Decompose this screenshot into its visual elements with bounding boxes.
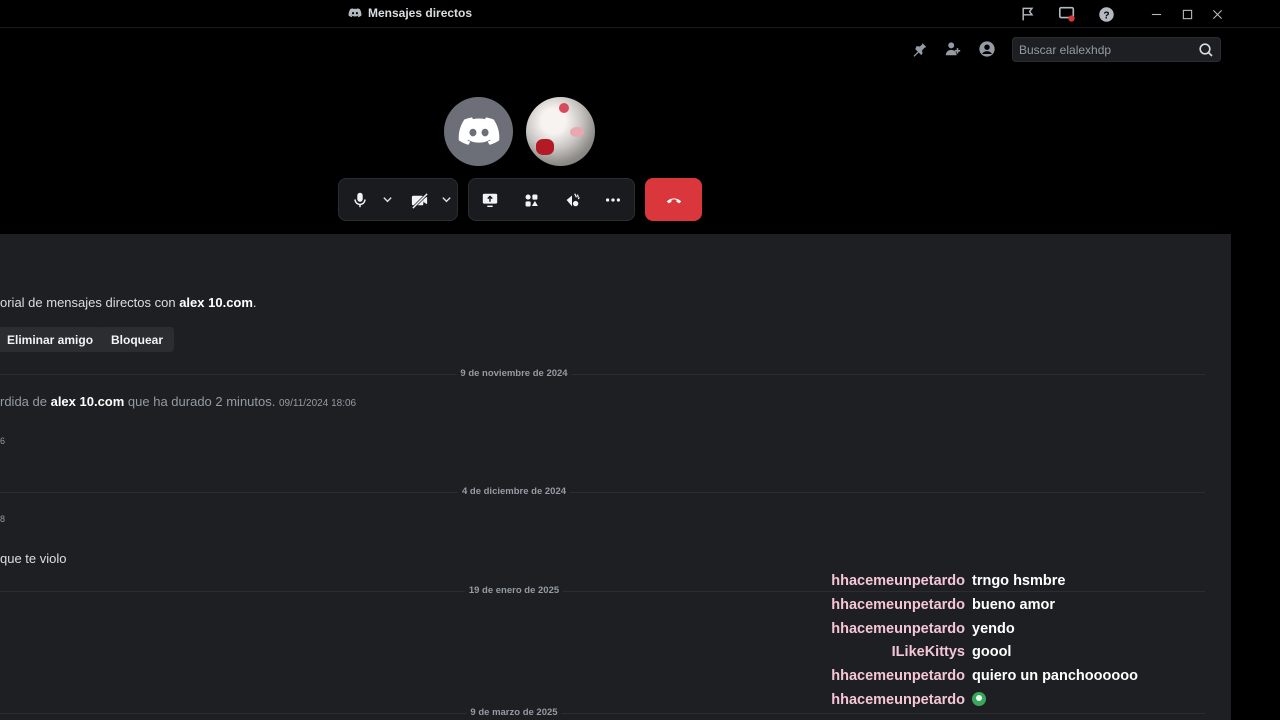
chevron-down-icon[interactable] bbox=[381, 193, 393, 205]
avatar-image-detail bbox=[559, 103, 569, 113]
minimize-icon[interactable] bbox=[1146, 4, 1166, 24]
missed-call-username[interactable]: alex 10.com bbox=[51, 394, 125, 409]
screen-share-status-icon[interactable] bbox=[1057, 4, 1077, 24]
overlay-chat-line: hhacemeunpetardo bueno amor bbox=[0, 597, 1280, 617]
date-divider-line bbox=[0, 374, 1205, 375]
maximize-icon[interactable] bbox=[1177, 4, 1197, 24]
microphone-icon[interactable] bbox=[349, 189, 371, 211]
overlay-chat-line: hhacemeunpetardo trngo hsmbre bbox=[0, 573, 1280, 593]
date-divider-label: 4 de diciembre de 2024 bbox=[457, 486, 571, 497]
overlay-username: hhacemeunpetardo bbox=[831, 597, 965, 613]
overlay-chat-line: hhacemeunpetardo yendo bbox=[0, 621, 1280, 641]
message-content: que te violo bbox=[0, 551, 67, 566]
title-bar: Mensajes directos ? bbox=[0, 0, 1280, 28]
audio-video-controls bbox=[338, 178, 458, 221]
intro-text: orial de mensajes directos con bbox=[0, 295, 180, 310]
intro-username[interactable]: alex 10.com bbox=[179, 295, 253, 310]
overlay-username: hhacemeunpetardo bbox=[831, 692, 965, 708]
intro-suffix: . bbox=[252, 295, 257, 310]
overlay-message bbox=[972, 692, 986, 709]
phone-hangup-icon bbox=[666, 197, 681, 203]
overlay-username: hhacemeunpetardo bbox=[831, 668, 965, 684]
search-box[interactable] bbox=[1012, 37, 1221, 62]
overlay-username: hhacemeunpetardo bbox=[831, 573, 965, 589]
search-input[interactable] bbox=[1019, 42, 1199, 58]
more-options-icon[interactable] bbox=[602, 189, 624, 211]
message-timestamp-fragment: 6 bbox=[0, 436, 6, 446]
activity-controls bbox=[468, 178, 635, 221]
date-divider-line bbox=[0, 713, 1205, 714]
overlay-username: ILikeKittys bbox=[891, 644, 965, 660]
overlay-message: quiero un panchoooooo bbox=[972, 668, 1138, 684]
missed-call-message: rdida de alex 10.com que ha durado 2 min… bbox=[0, 394, 356, 409]
title-group: Mensajes directos bbox=[348, 6, 472, 20]
remove-friend-button[interactable]: Eliminar amigo bbox=[0, 327, 105, 352]
activities-icon[interactable] bbox=[520, 189, 542, 211]
block-button[interactable]: Bloquear bbox=[100, 327, 175, 352]
overlay-message: goool bbox=[972, 644, 1012, 660]
soundboard-icon[interactable] bbox=[561, 189, 583, 211]
missed-call-text: rdida de bbox=[0, 394, 51, 409]
disconnect-call-button[interactable] bbox=[645, 178, 702, 221]
discord-logo-icon bbox=[348, 8, 362, 18]
overlay-chat-line: ILikeKittys goool bbox=[0, 644, 1280, 664]
avatar-image-detail bbox=[570, 127, 584, 137]
search-icon bbox=[1199, 43, 1213, 57]
avatar-image-detail bbox=[536, 139, 554, 155]
message-timestamp-fragment: 8 bbox=[0, 514, 6, 524]
window-title: Mensajes directos bbox=[368, 6, 473, 20]
flag-icon[interactable] bbox=[1018, 4, 1038, 24]
overlay-chat-line: hhacemeunpetardo bbox=[0, 692, 1280, 712]
discord-logo-icon bbox=[458, 116, 499, 145]
overlay-username: hhacemeunpetardo bbox=[831, 621, 965, 637]
overlay-message: yendo bbox=[972, 621, 1015, 637]
date-divider-line bbox=[0, 492, 1205, 493]
call-participant-avatar-friend[interactable] bbox=[526, 97, 595, 166]
camera-off-icon[interactable] bbox=[408, 189, 430, 211]
message-timestamp: 09/11/2024 18:06 bbox=[279, 398, 357, 409]
chevron-down-icon[interactable] bbox=[440, 193, 452, 205]
overlay-message: bueno amor bbox=[972, 597, 1055, 613]
user-profile-icon[interactable] bbox=[977, 39, 997, 59]
svg-text:?: ? bbox=[1103, 10, 1109, 21]
screen-share-icon[interactable] bbox=[479, 189, 501, 211]
pin-icon[interactable] bbox=[909, 39, 929, 59]
overlay-chat-line: hhacemeunpetardo quiero un panchoooooo bbox=[0, 668, 1280, 688]
add-friends-to-dm-icon[interactable] bbox=[943, 39, 963, 59]
call-participant-avatar-self[interactable] bbox=[444, 97, 513, 166]
smile-emoji-icon bbox=[972, 692, 986, 706]
missed-call-duration: que ha durado 2 minutos. bbox=[124, 394, 276, 409]
overlay-message: trngo hsmbre bbox=[972, 573, 1066, 589]
dm-history-intro: orial de mensajes directos con alex 10.c… bbox=[0, 295, 257, 310]
close-icon[interactable] bbox=[1207, 4, 1227, 24]
date-divider-label: 9 de noviembre de 2024 bbox=[456, 368, 572, 379]
help-icon[interactable]: ? bbox=[1096, 4, 1116, 24]
